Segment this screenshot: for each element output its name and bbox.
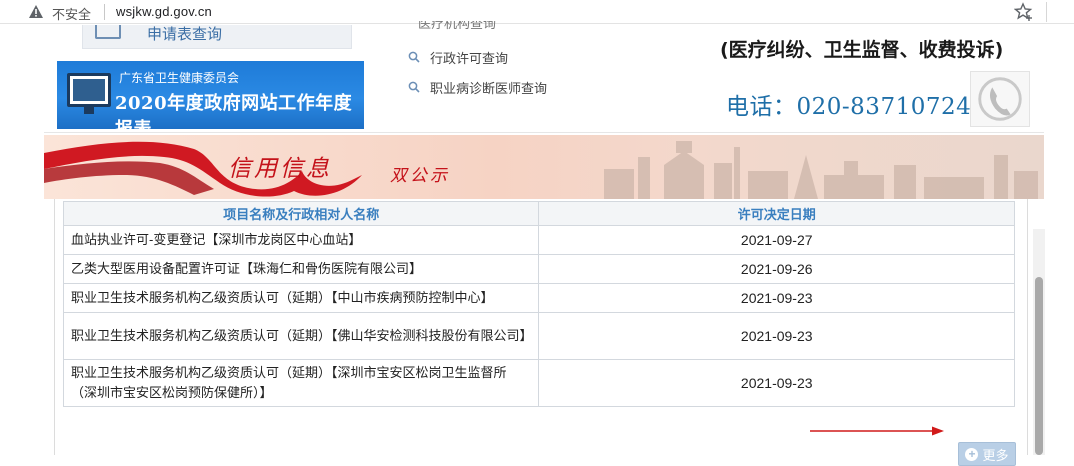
column-header-item-name: 项目名称及行政相对人名称 <box>62 201 540 226</box>
security-label[interactable]: 不安全 <box>52 4 91 23</box>
monitor-icon <box>67 73 111 114</box>
date-cell: 2021-09-26 <box>538 254 1015 284</box>
divider <box>44 132 1044 133</box>
banner-org-name: 广东省卫生健康委员会 <box>119 71 240 85</box>
link-admin-license-query[interactable]: 行政许可查询 <box>408 47 608 67</box>
plus-icon: + <box>965 447 979 461</box>
link-label: 职业病诊断医师查询 <box>430 80 548 96</box>
form-icon <box>95 25 121 39</box>
warning-triangle-icon[interactable] <box>28 4 44 20</box>
more-button-label: 更多 <box>982 447 1009 463</box>
red-ribbon-graphic <box>44 141 362 197</box>
item-name-cell[interactable]: 职业卫生技术服务机构乙级资质认可（延期）【佛山华安检测科技股份有限公司】 <box>62 312 540 360</box>
link-occupational-doctor-query[interactable]: 职业病诊断医师查询 <box>408 77 608 97</box>
search-icon <box>408 81 420 93</box>
banner-report-title: 2020年度政府网站工作年度报表 <box>115 93 353 129</box>
link-label: 行政许可查询 <box>430 50 509 66</box>
table-row[interactable]: 职业卫生技术服务机构乙级资质认可（延期）【佛山华安检测科技股份有限公司】 202… <box>62 312 1015 360</box>
license-table-panel: 项目名称及行政相对人名称 许可决定日期 血站执业许可-变更登记【深圳市龙岗区中心… <box>54 199 1028 466</box>
search-icon <box>408 51 420 63</box>
license-table: 项目名称及行政相对人名称 许可决定日期 血站执业许可-变更登记【深圳市龙岗区中心… <box>62 201 1015 407</box>
red-arrow-annotation <box>810 426 944 436</box>
date-cell: 2021-09-27 <box>538 225 1015 255</box>
column-header-decision-date: 许可决定日期 <box>538 201 1015 226</box>
phone-handset-icon <box>970 71 1030 127</box>
page-content: 申请表查询 医疗机构查询 广东省卫生健康委员会 2020年度政府网站工作年度报表… <box>0 21 1074 466</box>
item-name-cell[interactable]: 血站执业许可-变更登记【深圳市龙岗区中心血站】 <box>62 225 540 255</box>
complaint-categories: (医疗纠纷、卫生监督、收费投诉) <box>720 39 1004 61</box>
browser-address-bar: 不安全 wsjkw.gd.gov.cn <box>0 0 1074 24</box>
date-cell: 2021-09-23 <box>538 283 1015 313</box>
star-add-icon[interactable] <box>1014 2 1034 22</box>
apply-query-box[interactable]: 申请表查询 <box>82 25 352 49</box>
item-name-cell[interactable]: 乙类大型医用设备配置许可证【珠海仁和骨伤医院有限公司】 <box>62 254 540 284</box>
content-scrollbar[interactable] <box>1033 229 1045 455</box>
date-cell: 2021-09-23 <box>538 312 1015 360</box>
table-row[interactable]: 乙类大型医用设备配置许可证【珠海仁和骨伤医院有限公司】 2021-09-26 <box>62 254 1015 284</box>
table-row[interactable]: 血站执业许可-变更登记【深圳市龙岗区中心血站】 2021-09-27 <box>62 225 1015 255</box>
table-row[interactable]: 职业卫生技术服务机构乙级资质认可（延期）【中山市疾病预防控制中心】 2021-0… <box>62 283 1015 313</box>
apply-query-label: 申请表查询 <box>147 26 223 43</box>
address-separator <box>104 4 105 20</box>
more-button[interactable]: + 更多 <box>958 442 1016 466</box>
credit-info-title: 信用信息 <box>228 156 332 182</box>
city-skyline-graphic <box>604 141 1038 199</box>
table-row[interactable]: 职业卫生技术服务机构乙级资质认可（延期）【深圳市宝安区松岗卫生监督所（深圳市宝安… <box>62 359 1015 407</box>
date-cell: 2021-09-23 <box>538 359 1015 407</box>
annual-report-banner[interactable]: 广东省卫生健康委员会 2020年度政府网站工作年度报表 <box>57 61 364 129</box>
item-name-cell[interactable]: 职业卫生技术服务机构乙级资质认可（延期）【深圳市宝安区松岗卫生监督所（深圳市宝安… <box>62 359 540 407</box>
hotline-phone: 电话：020-83710724 <box>726 94 972 120</box>
item-name-cell[interactable]: 职业卫生技术服务机构乙级资质认可（延期）【中山市疾病预防控制中心】 <box>62 283 540 313</box>
credit-info-banner: 信用信息 双公示 <box>44 135 1044 199</box>
toolbar-separator <box>1046 2 1047 22</box>
url-input[interactable]: wsjkw.gd.gov.cn <box>116 4 212 19</box>
scrollbar-thumb[interactable] <box>1035 277 1043 455</box>
double-disclosure-subtitle: 双公示 <box>390 166 450 186</box>
